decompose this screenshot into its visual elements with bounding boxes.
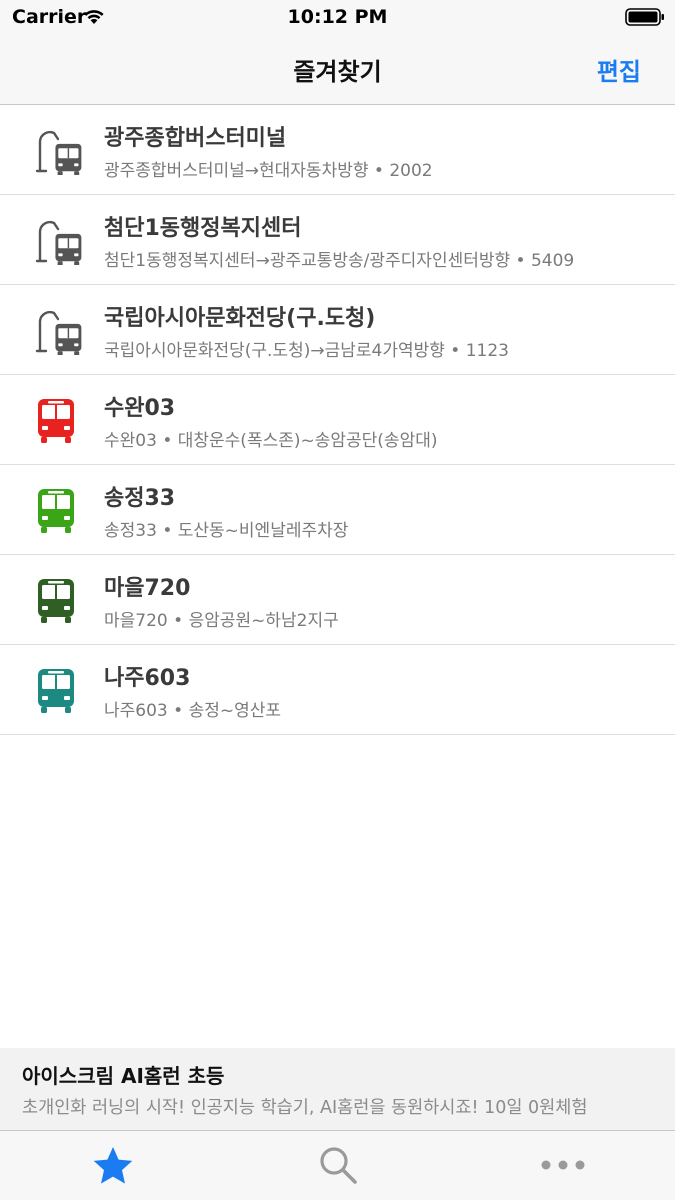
bus-stop-icon — [35, 130, 82, 175]
app-screen: Carrier 10:12 PM 즐겨찾기 편집 광주종합버스터미널 광주종합버… — [0, 0, 675, 1200]
tab-bar — [0, 1130, 675, 1200]
ad-text: 초개인화 러닝의 시작! 인공지능 학습기, AI홈런을 동원하시죠! 10일 … — [22, 1098, 588, 1118]
favorite-title: 국립아시아문화전당(구.도청) — [104, 306, 376, 331]
favorite-row[interactable]: 국립아시아문화전당(구.도청) 국립아시아문화전당(구.도청)→금남로4가역방향… — [0, 285, 675, 375]
status-time: 10:12 PM — [287, 6, 388, 28]
favorite-row[interactable]: 송정33 송정33 • 도산동~비엔날레주차장 — [0, 465, 675, 555]
favorite-subtitle: 광주종합버스터미널→현대자동차방향 • 2002 — [104, 161, 433, 181]
favorite-title: 나주603 — [104, 666, 191, 691]
favorite-subtitle: 국립아시아문화전당(구.도청)→금남로4가역방향 • 1123 — [104, 341, 509, 361]
favorite-title: 송정33 — [104, 486, 176, 511]
favorite-row[interactable]: 수완03 수완03 • 대창운수(폭스존)~송암공단(송암대) — [0, 375, 675, 465]
favorite-row[interactable]: 나주603 나주603 • 송정~영산포 — [0, 645, 675, 735]
bus-icon — [38, 399, 74, 443]
search-icon — [319, 1147, 357, 1184]
favorite-title: 첨단1동행정복지센터 — [104, 216, 302, 241]
tab-favorites[interactable] — [0, 1131, 225, 1200]
ad-banner[interactable]: 아이스크림 AI홈런 초등 초개인화 러닝의 시작! 인공지능 학습기, AI홈… — [0, 1048, 675, 1130]
ad-title: 아이스크림 AI홈런 초등 — [22, 1064, 225, 1088]
favorite-row[interactable]: 마을720 마을720 • 응암공원~하남2지구 — [0, 555, 675, 645]
favorite-subtitle: 송정33 • 도산동~비엔날레주차장 — [104, 521, 349, 541]
favorite-row[interactable]: 광주종합버스터미널 광주종합버스터미널→현대자동차방향 • 2002 — [0, 105, 675, 195]
bus-icon — [38, 669, 74, 713]
navigation-bar: 즐겨찾기 편집 — [0, 36, 675, 105]
bus-icon — [38, 579, 74, 623]
bus-stop-icon — [35, 310, 82, 355]
favorite-row[interactable]: 첨단1동행정복지센터 첨단1동행정복지센터→광주교통방송/광주디자인센터방향 •… — [0, 195, 675, 285]
tab-more[interactable] — [450, 1131, 675, 1200]
favorites-list: 광주종합버스터미널 광주종합버스터미널→현대자동차방향 • 2002 첨단1동행… — [0, 105, 675, 735]
battery-icon — [625, 8, 664, 26]
favorite-title: 광주종합버스터미널 — [104, 126, 287, 151]
favorite-subtitle: 나주603 • 송정~영산포 — [104, 701, 282, 721]
favorite-subtitle: 첨단1동행정복지센터→광주교통방송/광주디자인센터방향 • 5409 — [104, 251, 575, 271]
status-bar: Carrier 10:12 PM — [0, 0, 675, 36]
bus-icon — [38, 489, 74, 533]
more-icon — [541, 1160, 584, 1170]
tab-search[interactable] — [225, 1131, 450, 1200]
favorite-subtitle: 마을720 • 응암공원~하남2지구 — [104, 611, 339, 631]
favorite-title: 마을720 — [104, 576, 191, 601]
star-icon — [93, 1147, 132, 1184]
page-title: 즐겨찾기 — [293, 58, 382, 86]
favorite-subtitle: 수완03 • 대창운수(폭스존)~송암공단(송암대) — [104, 431, 438, 451]
edit-button[interactable]: 편집 — [597, 52, 641, 87]
bus-stop-icon — [35, 220, 82, 265]
favorite-title: 수완03 — [104, 396, 176, 421]
